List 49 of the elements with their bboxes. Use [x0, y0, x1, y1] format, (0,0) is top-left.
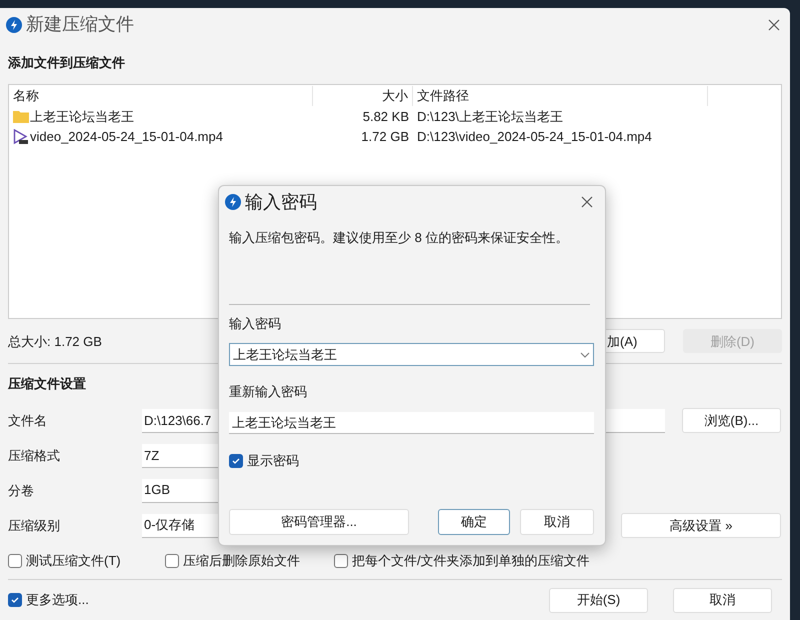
column-header[interactable]: 大小	[313, 86, 413, 106]
app-logo-icon	[6, 16, 22, 33]
file-size: 1.72 GB	[360, 128, 410, 146]
file-size: 5.82 KB	[362, 108, 410, 126]
field-label: 输入密码	[229, 315, 281, 334]
file-name: 上老王论坛当老王	[30, 108, 134, 126]
checkbox-label: 压缩后删除原始文件	[183, 552, 300, 570]
dialog-button[interactable]: 开始(S)	[549, 588, 648, 612]
password-dropdown[interactable]: 上老王论坛当老王	[229, 343, 594, 366]
folder-icon	[13, 110, 29, 124]
checkbox[interactable]	[165, 554, 179, 568]
total-size: 总大小: 1.72 GB	[8, 332, 103, 351]
field-label: 文件名	[8, 412, 48, 430]
close-icon[interactable]	[581, 196, 593, 208]
file-path: D:\123\上老王论坛当老王	[416, 108, 563, 126]
section-heading: 添加文件到压缩文件	[8, 54, 125, 72]
field-label: 分卷	[8, 482, 35, 500]
advanced-settings-button[interactable]: 高级设置 »	[621, 513, 781, 538]
field-label: 重新输入密码	[229, 383, 307, 402]
browse-button[interactable]: 浏览(B)...	[682, 408, 781, 434]
checkbox[interactable]	[8, 593, 22, 607]
password-input[interactable]: 上老王论坛当老王	[229, 412, 594, 434]
checkbox[interactable]	[8, 554, 22, 568]
file-name: video_2024-05-24_15-01-04.mp4	[30, 128, 223, 146]
field-label: 压缩级别	[8, 516, 61, 535]
dialog-button[interactable]: 确定	[438, 509, 510, 535]
checkbox-label: 把每个文件/文件夹添加到单独的压缩文件	[352, 552, 590, 570]
dialog-description: 输入压缩包密码。建议使用至少 8 位的密码来保证安全性。	[229, 229, 568, 248]
checkbox[interactable]	[334, 554, 348, 568]
section-heading: 压缩文件设置	[8, 375, 86, 394]
window-title: 新建压缩文件	[26, 13, 135, 36]
dialog-title: 输入密码	[245, 190, 318, 214]
video-file-icon	[13, 128, 29, 145]
checkbox-label: 显示密码	[247, 452, 299, 470]
dialog-button[interactable]: 取消	[673, 588, 772, 612]
file-path: D:\123\video_2024-05-24_15-01-04.mp4	[416, 128, 652, 146]
column-header[interactable]: 名称	[9, 86, 313, 106]
app-logo-icon	[225, 194, 241, 210]
checkbox-label: 更多选项...	[26, 591, 89, 610]
dialog-button[interactable]: 密码管理器...	[229, 509, 409, 535]
checkmark-icon	[231, 456, 241, 466]
dialog-button[interactable]: 取消	[520, 509, 594, 535]
field-label: 压缩格式	[8, 447, 61, 465]
chevron-down-icon	[580, 352, 590, 358]
checkmark-icon	[10, 595, 20, 605]
close-icon[interactable]	[768, 18, 780, 31]
column-header[interactable]: 文件路径	[413, 86, 708, 106]
checkbox-label: 测试压缩文件(T)	[26, 552, 121, 570]
checkbox[interactable]	[229, 454, 243, 468]
